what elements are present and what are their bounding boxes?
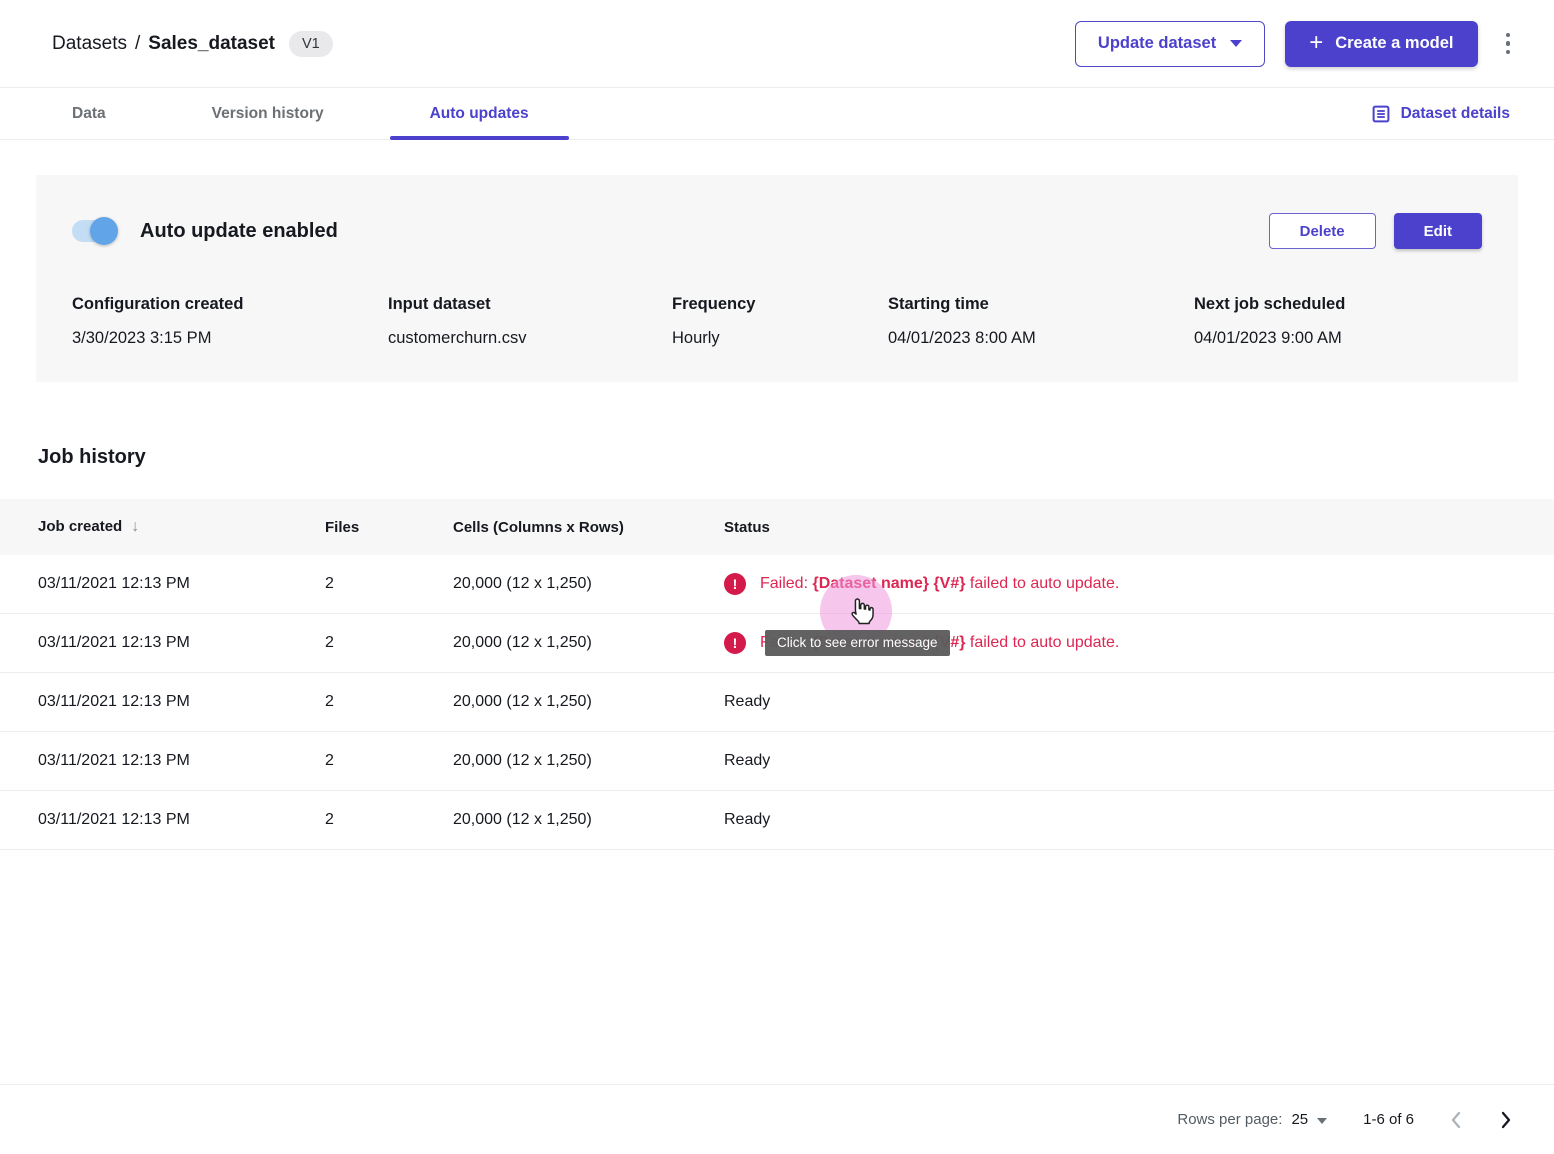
page-title: Sales_dataset (148, 33, 275, 55)
column-header-cells[interactable]: Cells (Columns x Rows) (453, 519, 724, 536)
breadcrumb-separator: / (135, 33, 140, 55)
status-ready: Ready (724, 752, 1554, 770)
auto-update-title: Auto update enabled (140, 220, 338, 243)
table-header-row: Job created↓ Files Cells (Columns x Rows… (0, 499, 1554, 555)
field-value: 04/01/2023 9:00 AM (1194, 329, 1345, 348)
breadcrumb: Datasets / Sales_dataset V1 (52, 31, 333, 57)
delete-button[interactable]: Delete (1269, 213, 1376, 249)
dataset-details-link[interactable]: Dataset details (1371, 104, 1510, 124)
cell-job-created: 03/11/2021 12:13 PM (38, 811, 325, 829)
field-configuration-created: Configuration created 3/30/2023 3:15 PM (72, 295, 388, 348)
kebab-menu-icon[interactable] (1498, 27, 1519, 61)
cell-files: 2 (325, 811, 453, 829)
plus-icon: + (1309, 31, 1323, 55)
cell-cells: 20,000 (12 x 1,250) (453, 811, 724, 829)
cell-cells: 20,000 (12 x 1,250) (453, 693, 724, 711)
field-value: customerchurn.csv (388, 329, 672, 348)
field-value: Hourly (672, 329, 888, 348)
version-badge: V1 (289, 31, 333, 57)
cell-files: 2 (325, 575, 453, 593)
pagination-bar: Rows per page: 25 1-6 of 6 (0, 1084, 1554, 1154)
caret-down-icon (1317, 1118, 1327, 1124)
tooltip: Click to see error message (765, 630, 950, 656)
toggle-knob (90, 217, 118, 245)
cell-job-created: 03/11/2021 12:13 PM (38, 575, 325, 593)
field-value: 3/30/2023 3:15 PM (72, 329, 388, 348)
field-label: Starting time (888, 295, 1194, 314)
rows-per-page-select[interactable]: Rows per page: 25 (1177, 1111, 1327, 1128)
edit-button[interactable]: Edit (1394, 213, 1482, 249)
job-history-title: Job history (38, 446, 1554, 469)
cell-files: 2 (325, 634, 453, 652)
field-label: Next job scheduled (1194, 295, 1345, 314)
create-model-label: Create a model (1335, 34, 1453, 53)
tab-data[interactable]: Data (32, 88, 146, 139)
status-ready: Ready (724, 811, 1554, 829)
field-label: Configuration created (72, 295, 388, 314)
field-label: Frequency (672, 295, 888, 314)
column-header-status[interactable]: Status (724, 519, 1554, 536)
previous-page-button[interactable] (1450, 1111, 1462, 1129)
cell-cells: 20,000 (12 x 1,250) (453, 634, 724, 652)
table-row: 03/11/2021 12:13 PM 2 20,000 (12 x 1,250… (0, 673, 1554, 732)
breadcrumb-datasets-link[interactable]: Datasets (52, 33, 127, 55)
cell-files: 2 (325, 693, 453, 711)
page-range-label: 1-6 of 6 (1363, 1111, 1414, 1128)
cell-cells: 20,000 (12 x 1,250) (453, 752, 724, 770)
field-next-job-scheduled: Next job scheduled 04/01/2023 9:00 AM (1194, 295, 1345, 348)
create-model-button[interactable]: + Create a model (1285, 21, 1477, 67)
cell-files: 2 (325, 752, 453, 770)
tab-auto-updates[interactable]: Auto updates (390, 88, 569, 139)
column-header-files[interactable]: Files (325, 519, 453, 536)
field-starting-time: Starting time 04/01/2023 8:00 AM (888, 295, 1194, 348)
rows-per-page-label: Rows per page: (1177, 1111, 1282, 1128)
cell-cells: 20,000 (12 x 1,250) (453, 575, 724, 593)
auto-update-config-fields: Configuration created 3/30/2023 3:15 PM … (72, 295, 1482, 348)
rows-per-page-value: 25 (1291, 1111, 1308, 1128)
auto-update-panel: Auto update enabled Delete Edit Configur… (36, 175, 1518, 382)
field-frequency: Frequency Hourly (672, 295, 888, 348)
sort-descending-icon: ↓ (131, 518, 139, 535)
table-row: 03/11/2021 12:13 PM 2 20,000 (12 x 1,250… (0, 555, 1554, 614)
dataset-details-label: Dataset details (1401, 105, 1510, 123)
status-text: Failed: {Dataset name} {V#} failed to au… (760, 575, 1119, 593)
table-row: 03/11/2021 12:13 PM 2 20,000 (12 x 1,250… (0, 732, 1554, 791)
error-icon: ! (724, 632, 746, 654)
error-icon: ! (724, 573, 746, 595)
tab-bar: Data Version history Auto updates Datase… (0, 88, 1554, 140)
auto-update-toggle[interactable] (72, 220, 116, 242)
document-icon (1371, 104, 1391, 124)
page-header: Datasets / Sales_dataset V1 Update datas… (0, 0, 1554, 88)
tab-version-history[interactable]: Version history (172, 88, 364, 139)
cell-job-created: 03/11/2021 12:13 PM (38, 752, 325, 770)
header-actions: Update dataset + Create a model (1075, 21, 1518, 67)
field-input-dataset: Input dataset customerchurn.csv (388, 295, 672, 348)
cell-job-created: 03/11/2021 12:13 PM (38, 693, 325, 711)
status-ready: Ready (724, 693, 1554, 711)
field-value: 04/01/2023 8:00 AM (888, 329, 1194, 348)
cell-job-created: 03/11/2021 12:13 PM (38, 634, 325, 652)
column-header-job-created[interactable]: Job created↓ (38, 518, 325, 536)
next-page-button[interactable] (1500, 1111, 1512, 1129)
caret-down-icon (1230, 40, 1242, 47)
status-failed-link[interactable]: ! Failed: {Dataset name} {V#} failed to … (724, 573, 1554, 595)
update-dataset-label: Update dataset (1098, 34, 1216, 53)
update-dataset-button[interactable]: Update dataset (1075, 21, 1265, 67)
job-history-table: Job created↓ Files Cells (Columns x Rows… (0, 499, 1554, 850)
field-label: Input dataset (388, 295, 672, 314)
table-row: 03/11/2021 12:13 PM 2 20,000 (12 x 1,250… (0, 791, 1554, 850)
